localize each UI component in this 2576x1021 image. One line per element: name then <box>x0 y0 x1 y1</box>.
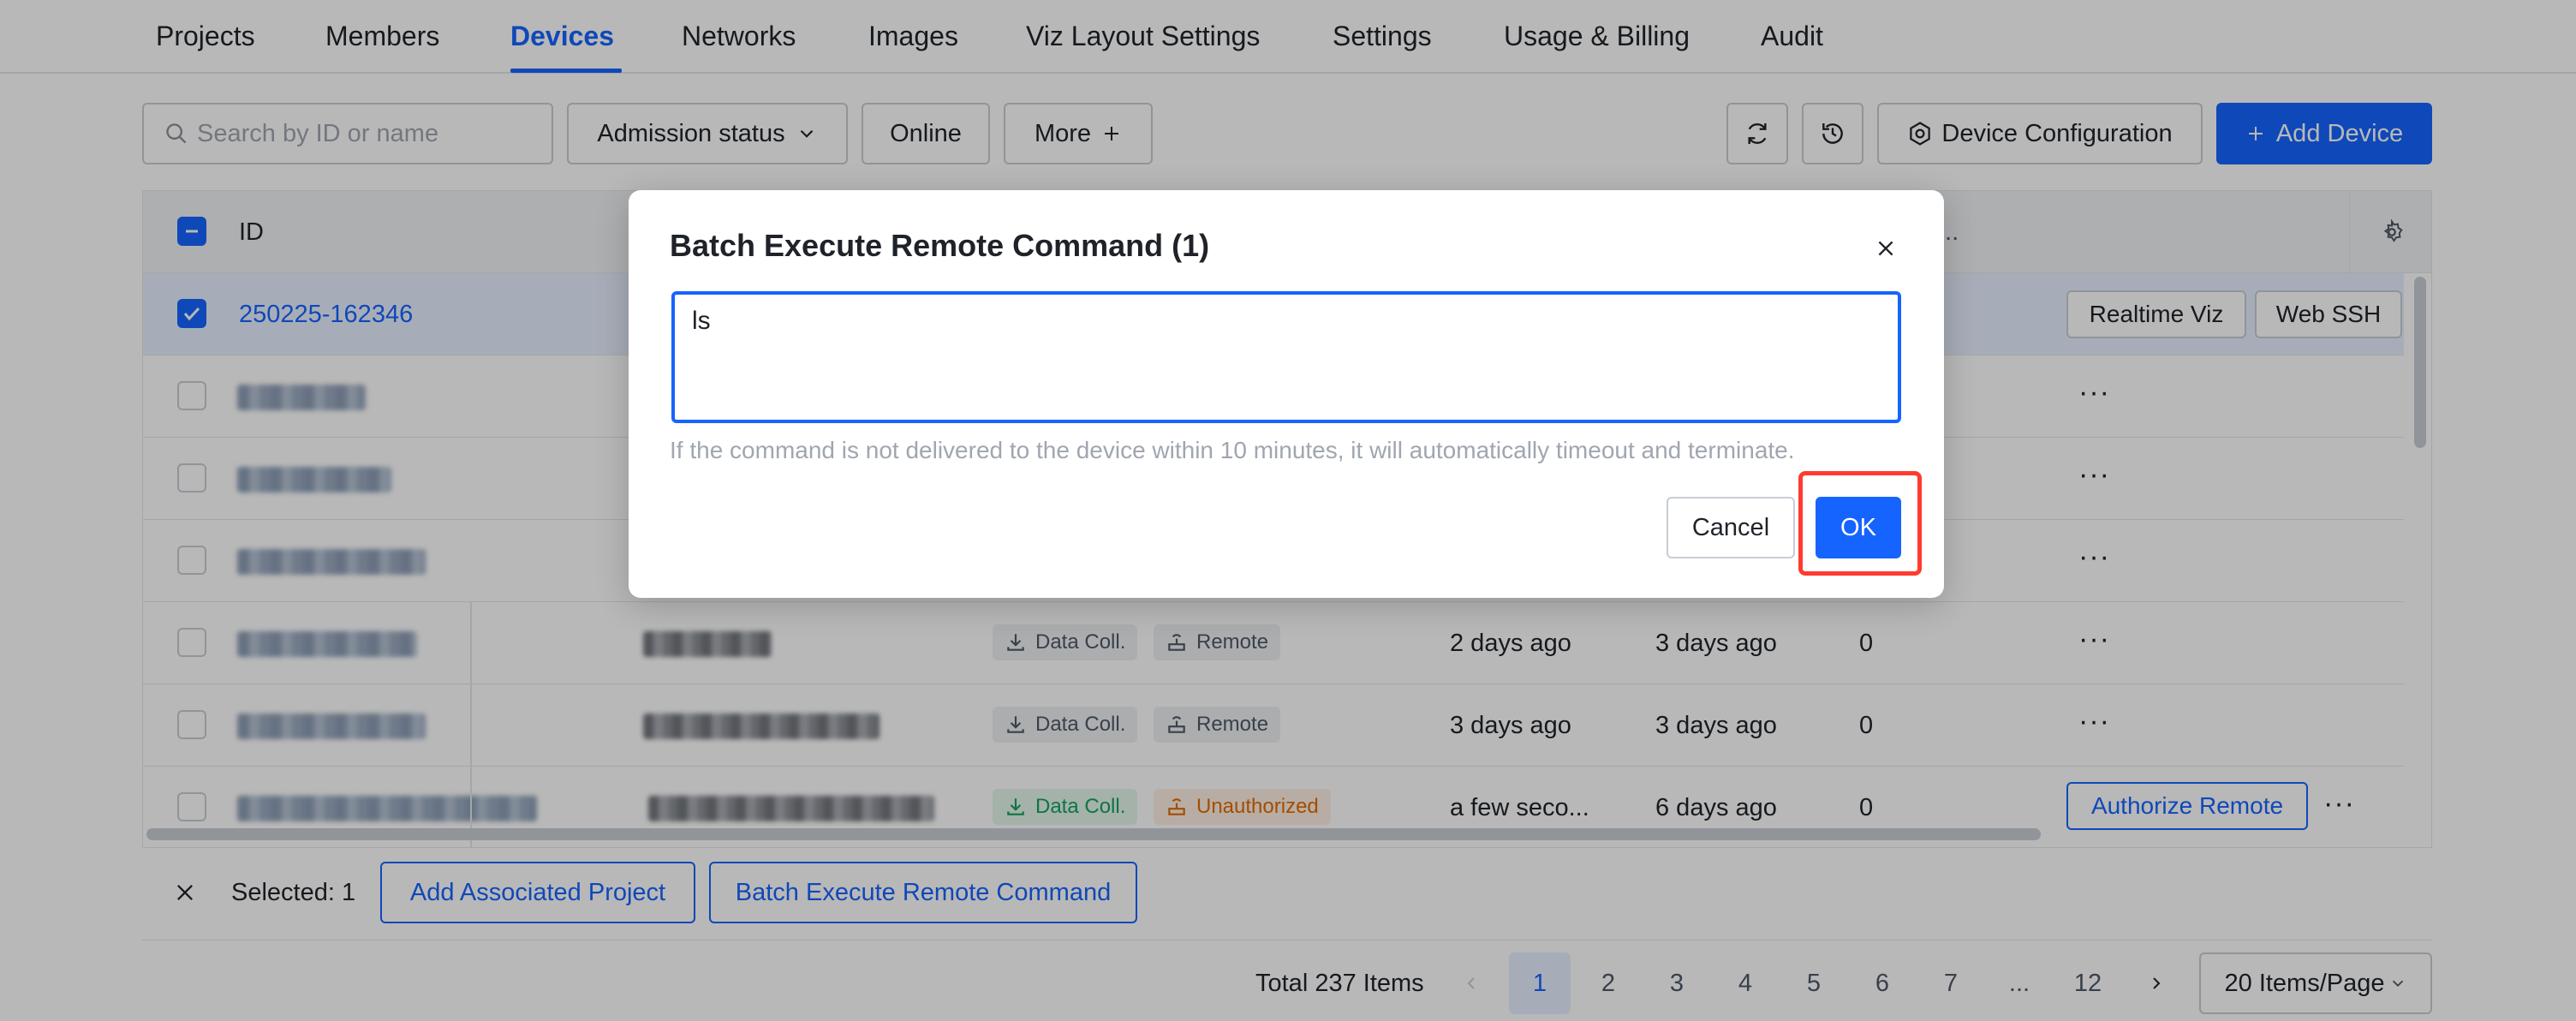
cancel-button[interactable]: Cancel <box>1667 497 1795 558</box>
ok-button-highlight <box>1798 471 1922 576</box>
command-input[interactable]: ls <box>671 291 1901 423</box>
modal-title: Batch Execute Remote Command (1) <box>670 228 1210 263</box>
timeout-hint: If the command is not delivered to the d… <box>670 437 1795 463</box>
close-icon <box>1878 241 1893 256</box>
close-button[interactable] <box>1870 233 1901 264</box>
batch-command-modal: Batch Execute Remote Command (1) ls If t… <box>629 190 1944 598</box>
